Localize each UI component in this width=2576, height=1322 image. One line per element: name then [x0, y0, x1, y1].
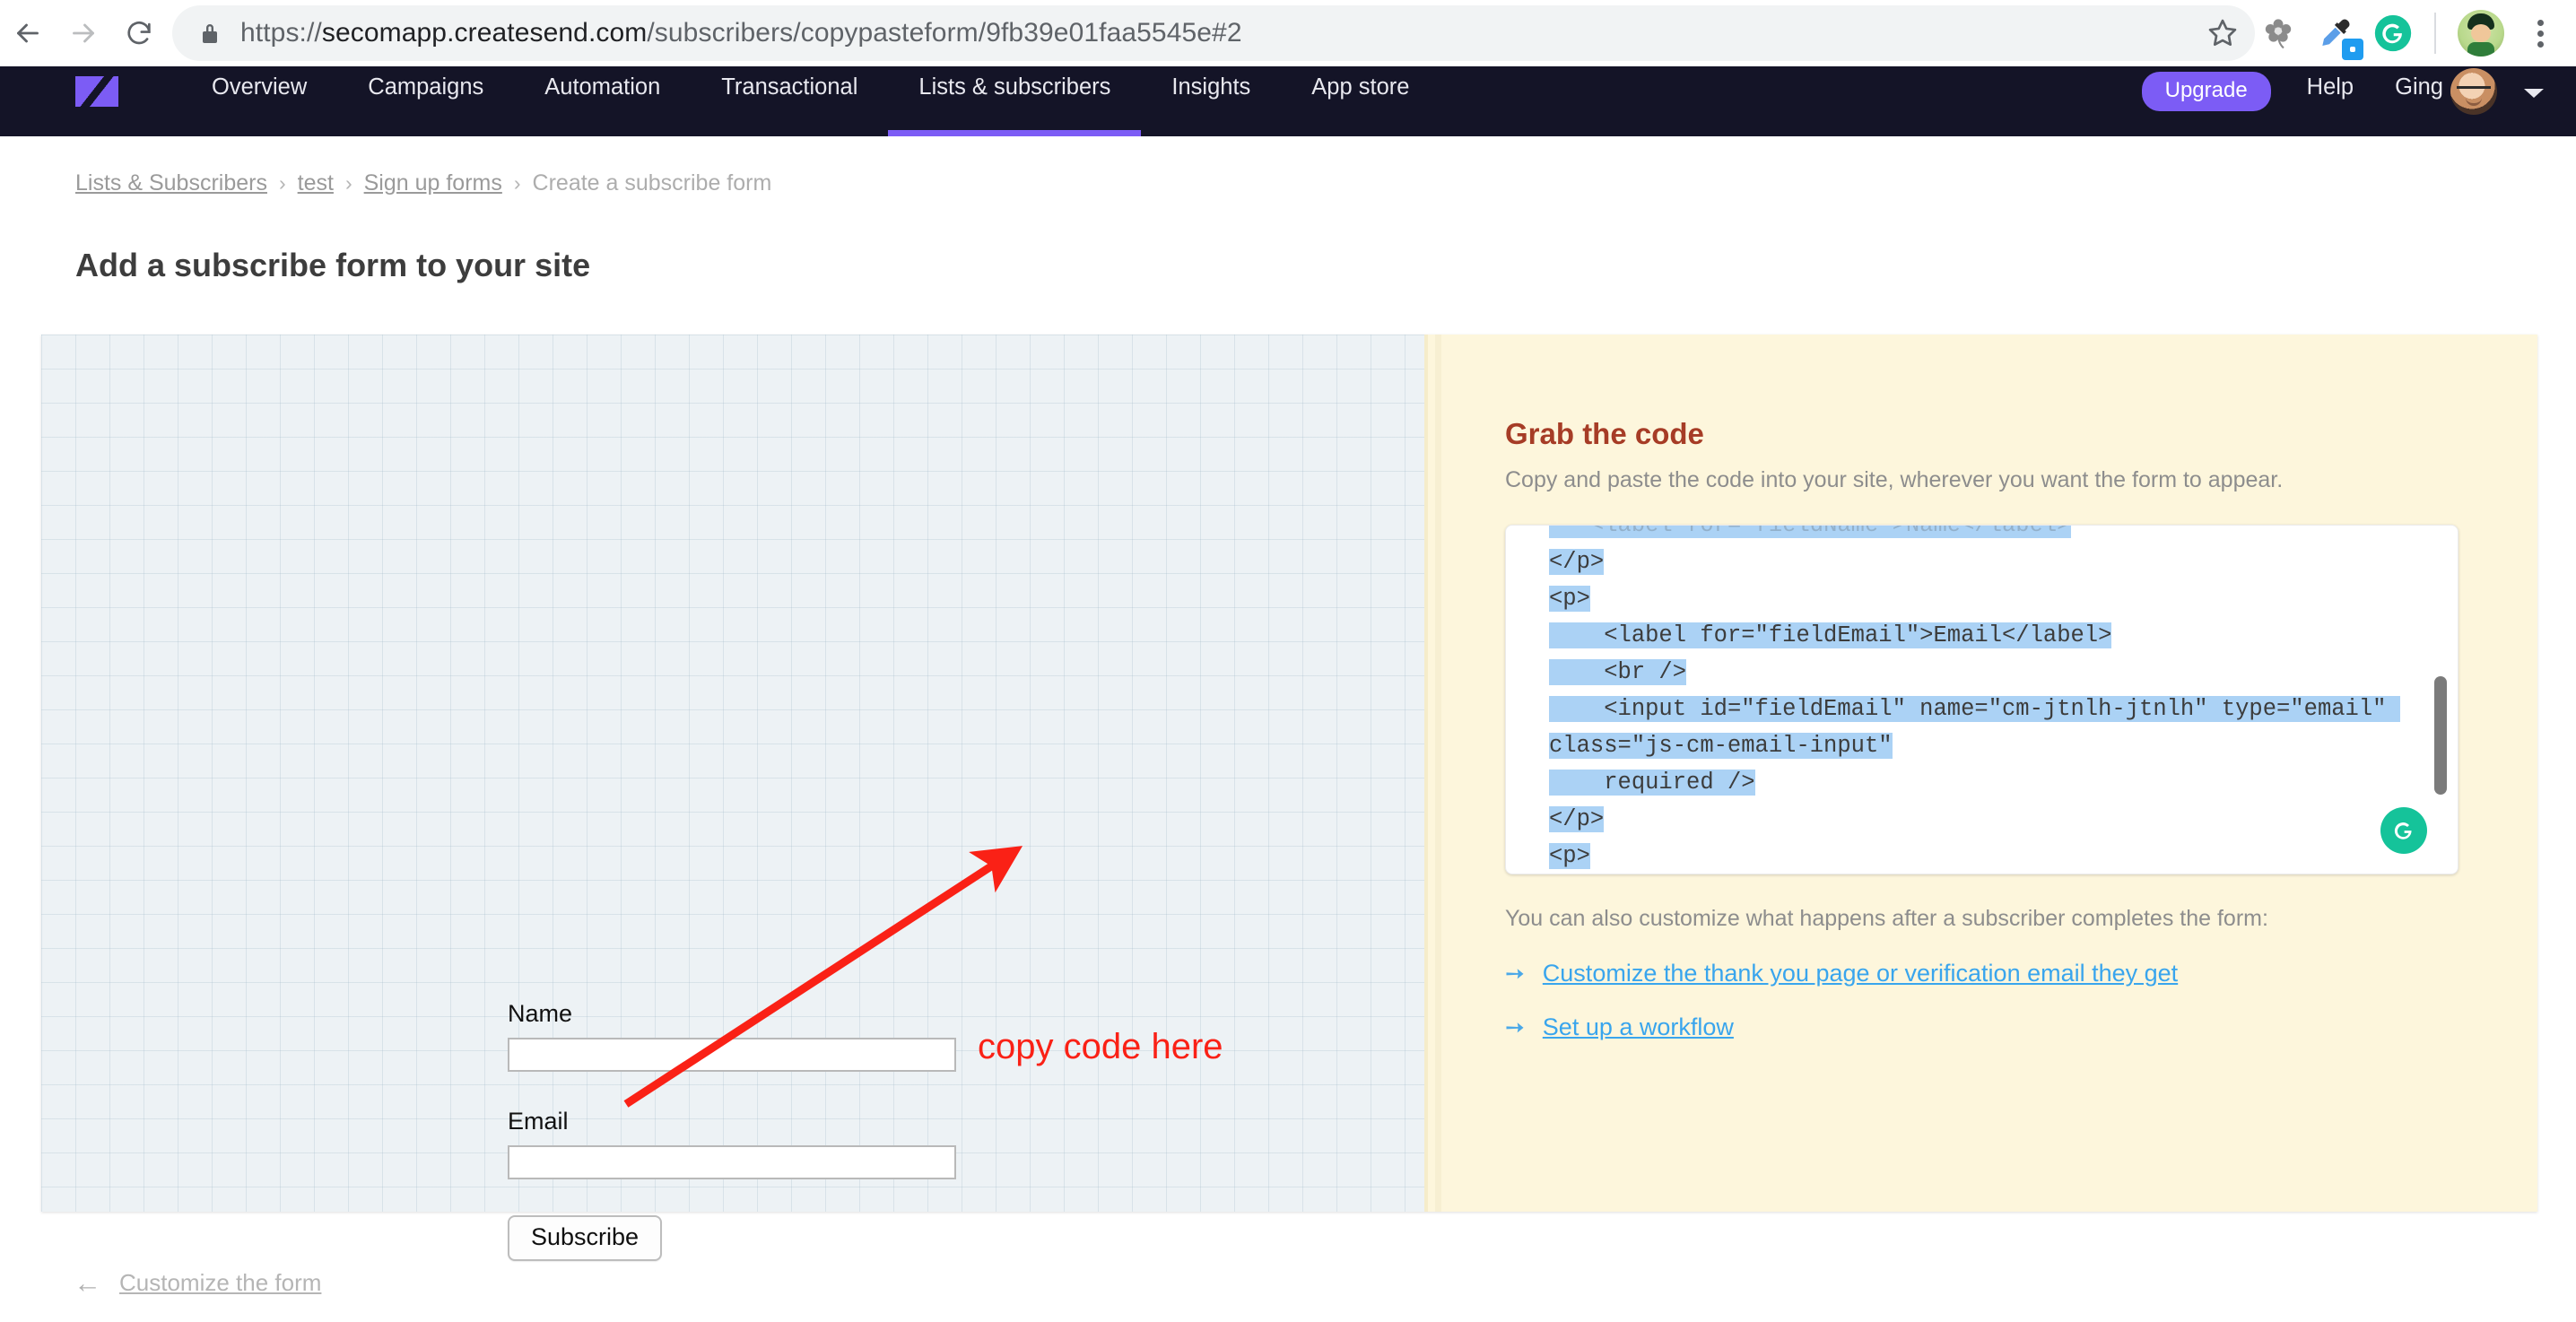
- nav-item-insights[interactable]: Insights: [1141, 66, 1281, 136]
- set-up-a-workflow-link[interactable]: Set up a workflow: [1543, 1013, 1734, 1041]
- campaign-monitor-logo[interactable]: [75, 76, 118, 107]
- toolbar-divider: [2434, 13, 2436, 54]
- customize-thank-you-page-link[interactable]: Customize the thank you page or verifica…: [1543, 960, 2178, 987]
- name-field-label: Name: [508, 1000, 573, 1027]
- breadcrumb-item-test[interactable]: test: [298, 170, 334, 196]
- eyedropper-extension-icon[interactable]: [2307, 5, 2364, 61]
- nav-item-transactional[interactable]: Transactional: [691, 66, 888, 136]
- name-input[interactable]: [508, 1038, 956, 1072]
- upgrade-button[interactable]: Upgrade: [2141, 72, 2271, 111]
- eyedropper-badge: [2342, 39, 2363, 60]
- account-name[interactable]: Ging: [2395, 70, 2443, 100]
- breadcrumb-separator: ›: [278, 171, 286, 195]
- back-arrow-icon[interactable]: [0, 5, 56, 61]
- avatar[interactable]: [2450, 68, 2497, 115]
- nav-item-label: Transactional: [721, 74, 858, 100]
- form-preview-panel: Name Email Subscribe: [41, 335, 1424, 1261]
- nav-item-label: Lists & subscribers: [918, 74, 1111, 100]
- forward-arrow-icon: [56, 5, 111, 61]
- nav-item-label: Campaigns: [368, 74, 484, 100]
- reload-icon[interactable]: [111, 5, 167, 61]
- back-arrow-icon: ←: [74, 1267, 101, 1299]
- arrow-right-icon: ➙: [1505, 960, 1525, 987]
- app-nav-items: Overview Campaigns Automation Transactio…: [181, 66, 1440, 136]
- customize-the-form-link[interactable]: Customize the form: [119, 1269, 321, 1297]
- app-nav-right: Upgrade Help Ging: [2141, 66, 2576, 115]
- breadcrumb: Lists & Subscribers › test › Sign up for…: [75, 170, 771, 196]
- arrow-right-icon: ➙: [1505, 1013, 1525, 1040]
- grammarly-icon[interactable]: [2380, 807, 2427, 854]
- email-field-label: Email: [508, 1108, 569, 1135]
- address-bar-url: https://secomapp.createsend.com/subscrib…: [240, 18, 1242, 48]
- address-bar[interactable]: https://secomapp.createsend.com/subscrib…: [172, 5, 2255, 61]
- breadcrumb-separator: ›: [344, 171, 352, 195]
- code-textarea[interactable]: <label for="fieldName">Name</label> </p>…: [1505, 525, 2459, 874]
- subscribe-form-preview: Name Email Subscribe: [508, 1000, 974, 1261]
- breadcrumb-separator: ›: [513, 171, 521, 195]
- form-builder-panels: Name Email Subscribe Grab the code Copy …: [41, 335, 2537, 1261]
- nav-item-campaigns[interactable]: Campaigns: [337, 66, 514, 136]
- kebab-menu-icon[interactable]: [2513, 5, 2567, 61]
- customize-the-form-footer: ← Customize the form: [74, 1269, 321, 1297]
- nav-item-automation[interactable]: Automation: [514, 66, 691, 136]
- chevron-down-icon[interactable]: [2522, 86, 2546, 105]
- grab-the-code-panel: Grab the code Copy and paste the code in…: [1424, 335, 2537, 1212]
- app-nav-bar: Overview Campaigns Automation Transactio…: [0, 66, 2576, 136]
- nav-item-label: Insights: [1171, 74, 1251, 100]
- help-link[interactable]: Help: [2307, 70, 2354, 100]
- nav-item-overview[interactable]: Overview: [181, 66, 337, 136]
- nav-item-label: Automation: [544, 74, 661, 100]
- lock-icon: [199, 21, 221, 46]
- bookmark-star-icon[interactable]: [2196, 6, 2250, 60]
- code-scroll-content: <label for="fieldName">Name</label> </p>…: [1506, 526, 2458, 874]
- breadcrumb-item-lists-and-subscribers[interactable]: Lists & Subscribers: [75, 170, 267, 196]
- set-up-workflow-link-row: ➙ Set up a workflow: [1505, 1013, 1734, 1041]
- subscribe-button[interactable]: Subscribe: [508, 1215, 663, 1261]
- code-scrollbar[interactable]: [2434, 676, 2447, 795]
- nav-item-lists-and-subscribers[interactable]: Lists & subscribers: [888, 66, 1142, 136]
- grammarly-extension-icon[interactable]: [2364, 5, 2422, 61]
- page-title: Add a subscribe form to your site: [75, 247, 591, 283]
- breadcrumb-item-sign-up-forms[interactable]: Sign up forms: [364, 170, 502, 196]
- customize-thank-you-link-row: ➙ Customize the thank you page or verifi…: [1505, 960, 2178, 987]
- nav-item-label: App store: [1311, 74, 1410, 100]
- nav-item-label: Overview: [212, 74, 308, 100]
- grab-the-code-heading: Grab the code: [1505, 417, 1704, 450]
- nav-item-app-store[interactable]: App store: [1281, 66, 1440, 136]
- flower-extension-icon[interactable]: [2250, 5, 2307, 61]
- email-input[interactable]: [508, 1145, 956, 1179]
- annotation-text: copy code here: [978, 1027, 1223, 1066]
- breadcrumb-item-current: Create a subscribe form: [532, 170, 772, 196]
- browser-chrome: https://secomapp.createsend.com/subscrib…: [0, 0, 2576, 66]
- grab-the-code-subtitle: Copy and paste the code into your site, …: [1505, 467, 2284, 492]
- profile-avatar[interactable]: [2458, 10, 2504, 57]
- code-footnote: You can also customize what happens afte…: [1505, 906, 2268, 931]
- code-snippet[interactable]: <label for="fieldName">Name</label> </p>…: [1506, 526, 2458, 874]
